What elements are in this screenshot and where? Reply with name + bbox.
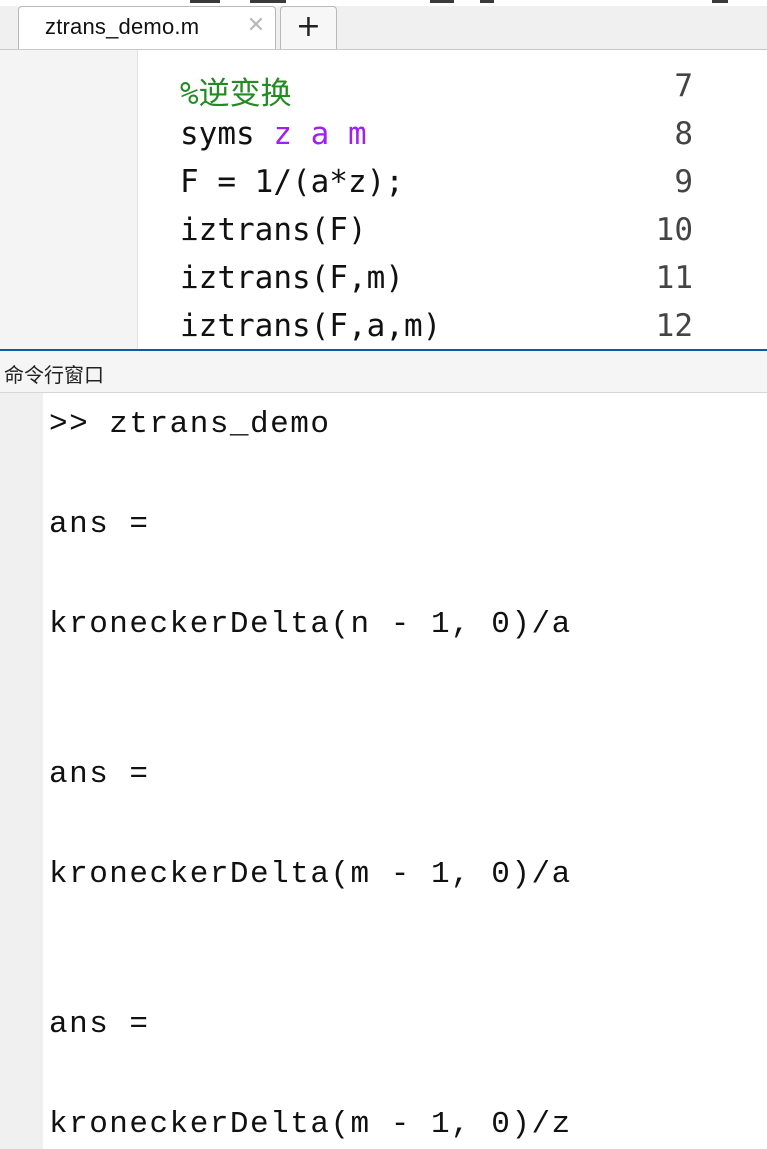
top-strip-fragment [712, 0, 728, 3]
top-strip-fragment [480, 0, 494, 3]
output-value: kroneckerDelta(n - 1, 0)/a [49, 607, 572, 642]
line-number[interactable]: 11 [633, 260, 693, 296]
prompt-line: >> ztrans_demo [49, 407, 331, 442]
line-number[interactable]: 9 [633, 164, 693, 200]
top-strip-fragment [430, 0, 454, 3]
code-line[interactable]: F = 1/(a*z); [180, 164, 404, 200]
code-line[interactable]: iztrans(F,a,m) [180, 308, 441, 344]
code-line[interactable]: %逆变换 [180, 68, 292, 113]
output-value: kroneckerDelta(m - 1, 0)/z [49, 1107, 572, 1142]
plus-icon: + [295, 9, 322, 44]
code-line[interactable]: syms z a m [180, 116, 367, 152]
line-number[interactable]: 12 [633, 308, 693, 344]
line-number[interactable]: 7 [633, 68, 693, 104]
line-number[interactable]: 10 [633, 212, 693, 248]
code-comment: %逆变换 [180, 76, 292, 112]
code-text: F = 1/(a*z); [180, 164, 404, 200]
command-window-gutter [0, 393, 43, 1149]
command-window-titlebar[interactable]: 命令行窗口 [0, 351, 767, 393]
editor-tab-bar: ztrans_demo.m ✕ + [0, 6, 767, 50]
top-strip-fragment [250, 0, 286, 3]
code-editor[interactable]: 7 %逆变换 8 syms z a m 9 F = 1/(a*z); 10 iztrans(F… [0, 50, 767, 349]
top-strip-fragment [190, 0, 220, 3]
tab-title: ztrans_demo.m [45, 14, 200, 39]
code-text: iztrans(F,m) [180, 260, 404, 296]
command-window[interactable]: >> ztrans_demo ans = kroneckerDelta(n - … [0, 393, 767, 1149]
code-line[interactable]: iztrans(F) [180, 212, 367, 248]
code-symbol-args: z a m [273, 116, 367, 152]
close-icon[interactable]: ✕ [245, 15, 267, 37]
output-label: ans = [49, 507, 150, 542]
code-text: iztrans(F) [180, 212, 367, 248]
code-line[interactable]: iztrans(F,m) [180, 260, 404, 296]
add-tab-button[interactable]: + [280, 6, 337, 49]
output-value: kroneckerDelta(m - 1, 0)/a [49, 857, 572, 892]
command-window-title: 命令行窗口 [4, 363, 104, 387]
tab-ztrans-demo[interactable]: ztrans_demo.m ✕ [18, 6, 276, 49]
code-text: syms [180, 116, 274, 152]
output-label: ans = [49, 1007, 150, 1042]
line-number-gutter [0, 50, 138, 349]
output-label: ans = [49, 757, 150, 792]
code-text: iztrans(F,a,m) [180, 308, 442, 344]
line-number[interactable]: 8 [633, 116, 693, 152]
